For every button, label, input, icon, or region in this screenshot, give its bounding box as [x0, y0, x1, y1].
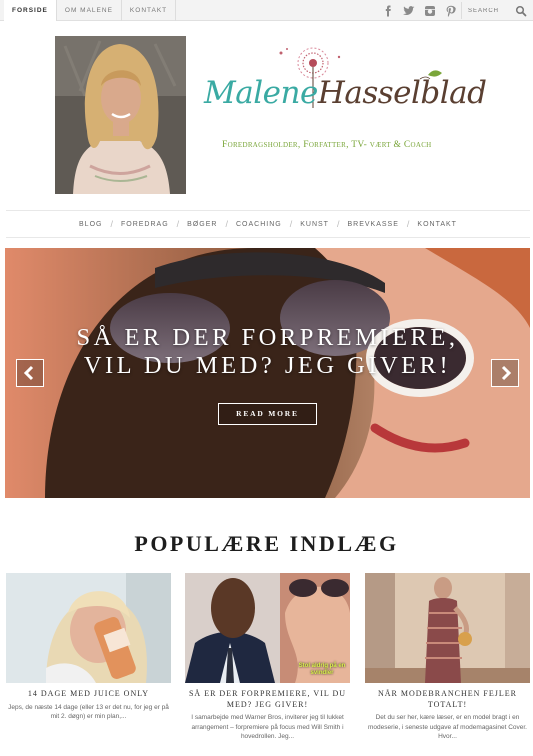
site-tagline: Foredragsholder, Forfatter, TV- vært & C… [222, 140, 432, 150]
post-excerpt: Det du ser her, kære læser, er en model … [368, 714, 527, 740]
image-caption: Stol aldrig på en svindler [298, 663, 346, 676]
instagram-icon[interactable] [424, 4, 436, 16]
nav-separator: / [110, 219, 113, 229]
popular-post[interactable]: 14 DAGE MED JUICE ONLY Jeps, de næste 14… [6, 573, 171, 722]
logo-text: MaleneHasselblad [204, 75, 487, 111]
nav-separator: / [225, 219, 228, 229]
twitter-icon[interactable] [403, 4, 415, 16]
post-excerpt: Jeps, de næste 14 dage (eller 13 er det … [8, 703, 169, 721]
nav-item-blog[interactable]: BLOG [79, 221, 102, 228]
top-nav-kontakt[interactable]: KONTAKT [122, 0, 177, 21]
nav-item-foredrag[interactable]: FOREDRAG [121, 221, 169, 228]
search-box [461, 2, 527, 19]
top-bar: FORSIDE OM MALENE KONTAKT [0, 0, 533, 21]
popular-posts-heading: POPULÆRE INDLÆG [134, 531, 399, 556]
chevron-left-icon [23, 365, 34, 381]
hero-slider: SÅ ER DER FORPREMIERE, VIL DU MED? JEG G… [5, 248, 530, 498]
nav-item-kunst[interactable]: KUNST [300, 221, 329, 228]
hero-title-line-2: VIL DU MED? JEG GIVER! [83, 352, 452, 379]
top-nav-om-malene[interactable]: OM MALENE [57, 0, 122, 21]
author-portrait [55, 36, 186, 194]
nav-item-coaching[interactable]: COACHING [236, 221, 282, 228]
top-nav-forside[interactable]: FORSIDE [4, 0, 57, 21]
nav-separator: / [289, 219, 293, 229]
nav-item-boger[interactable]: BØGER [187, 221, 217, 228]
site-logo[interactable]: MaleneHasselblad [196, 45, 487, 155]
social-links [382, 4, 457, 17]
slider-next-button[interactable] [491, 359, 519, 387]
search-input[interactable] [468, 5, 512, 16]
post-excerpt: I samarbejde med Warner Bros, inviterer … [191, 714, 344, 740]
main-nav: BLOG / FOREDRAG / BØGER / COACHING / KUN… [6, 210, 530, 238]
post-title[interactable]: NÅR MODEBRANCHEN FEJLER TOTALT! [365, 689, 530, 710]
nav-separator: / [176, 219, 180, 229]
top-nav: FORSIDE OM MALENE KONTAKT [4, 0, 177, 21]
slider-prev-button[interactable] [16, 359, 44, 387]
post-thumbnail[interactable] [6, 573, 171, 683]
popular-post[interactable]: Stol aldrig på en svindler SÅ ER DER FOR… [185, 573, 350, 742]
post-thumbnail[interactable]: Stol aldrig på en svindler [185, 573, 350, 683]
popular-post[interactable]: NÅR MODEBRANCHEN FEJLER TOTALT! Det du s… [365, 573, 530, 742]
hero-title-line-1: SÅ ER DER FORPREMIERE, [76, 324, 459, 351]
logo-first-name: Malene [204, 75, 318, 111]
logo-last-name: Hasselblad [317, 75, 487, 111]
nav-separator: / [336, 219, 340, 229]
nav-item-kontakt[interactable]: KONTAKT [417, 221, 457, 228]
facebook-icon[interactable] [382, 4, 394, 17]
nav-separator: / [406, 219, 410, 229]
nav-item-brevkasse[interactable]: BREVKASSE [347, 221, 398, 228]
read-more-button[interactable]: READ MORE [218, 403, 317, 425]
post-thumbnail[interactable] [365, 573, 530, 683]
chevron-right-icon [501, 365, 512, 381]
pinterest-icon[interactable] [445, 4, 457, 17]
post-title[interactable]: SÅ ER DER FORPREMIERE, VIL DU MED? JEG G… [185, 689, 350, 710]
search-icon[interactable] [515, 4, 527, 17]
post-title[interactable]: 14 DAGE MED JUICE ONLY [6, 689, 171, 700]
hero-title[interactable]: SÅ ER DER FORPREMIERE, VIL DU MED? JEG G… [5, 324, 530, 380]
